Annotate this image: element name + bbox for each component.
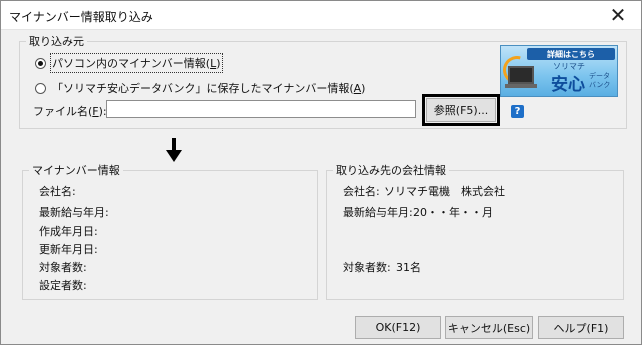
file-name-input[interactable] [106, 100, 416, 118]
help-button[interactable]: ヘルプ(F1) [538, 316, 624, 339]
field-set-count-label: 設定者数: [39, 279, 87, 292]
field-latest-pay-label: 最新給与年月: [39, 206, 109, 219]
dest-latest-value: 20・・年・・月 [413, 206, 493, 219]
radio-option-databank[interactable]: 「ソリマチ安心データバンク」に保存したマイナンバー情報(A) [35, 80, 365, 96]
field-company-label: 会社名: [39, 185, 76, 198]
laptop-base-icon [505, 84, 537, 88]
browse-button-label: 参照(F5)... [433, 104, 489, 117]
dest-company-legend: 取り込み先の会社情報 [336, 164, 446, 177]
title-bar: マイナンバー情報取り込み ✕ [1, 1, 641, 30]
ok-button[interactable]: OK(F12) [355, 316, 441, 339]
my-number-info-legend: マイナンバー情報 [32, 164, 120, 177]
help-button-label: ヘルプ(F1) [553, 321, 609, 335]
radio-pc-label: パソコン内のマイナンバー情報(L) [50, 53, 223, 73]
dest-latest-label: 最新給与年月: [343, 206, 413, 219]
field-updated-label: 更新年月日: [39, 243, 98, 256]
radio-option-pc[interactable]: パソコン内のマイナンバー情報(L) [35, 53, 223, 73]
radio-pc-button[interactable] [35, 57, 46, 69]
file-name-label: ファイル名(F): [33, 105, 107, 118]
source-group-legend: 取り込み元 [29, 35, 84, 48]
banner-badge: 詳細はこちら [527, 48, 615, 60]
radio-databank-button[interactable] [35, 82, 46, 94]
dest-count-value: 31名 [396, 261, 421, 274]
import-dialog: マイナンバー情報取り込み ✕ 取り込み元 パソコン内のマイナンバー情報(L) 「… [0, 0, 642, 345]
databank-banner[interactable]: 詳細はこちら ソリマチ 安心 データバンク [500, 45, 618, 97]
dest-company-label: 会社名: [343, 185, 380, 198]
field-target-count-label: 対象者数: [39, 261, 87, 274]
down-arrow-icon [166, 138, 182, 162]
dest-count-label: 対象者数: [343, 261, 391, 274]
banner-brand-side: データバンク [589, 72, 611, 89]
banner-brand-big: 安心 [551, 75, 585, 95]
cancel-button[interactable]: キャンセル(Esc) [445, 316, 533, 339]
browse-button[interactable]: 参照(F5)... [426, 98, 496, 122]
window-title: マイナンバー情報取り込み [9, 10, 153, 24]
help-question-icon[interactable]: ? [511, 105, 524, 118]
close-icon: ✕ [609, 3, 627, 27]
ok-button-label: OK(F12) [375, 321, 421, 334]
cancel-button-label: キャンセル(Esc) [447, 321, 531, 335]
radio-databank-label: 「ソリマチ安心データバンク」に保存したマイナンバー情報(A) [52, 82, 366, 95]
field-created-label: 作成年月日: [39, 225, 98, 238]
laptop-icon [508, 66, 534, 84]
dest-company-value: ソリマチ電機 株式会社 [384, 185, 505, 198]
close-button[interactable]: ✕ [595, 1, 641, 29]
